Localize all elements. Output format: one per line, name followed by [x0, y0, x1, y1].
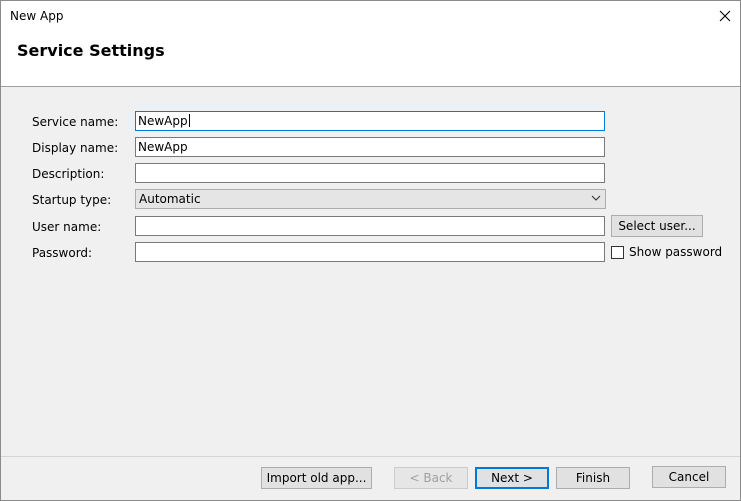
- finish-button[interactable]: Finish: [556, 467, 630, 489]
- close-button[interactable]: [710, 1, 740, 31]
- description-input[interactable]: [135, 163, 605, 183]
- service-name-input[interactable]: NewApp: [135, 111, 605, 131]
- display-name-label: Display name:: [32, 141, 119, 155]
- user-name-label: User name:: [32, 220, 102, 234]
- password-input[interactable]: [135, 242, 605, 262]
- title-bar: New App: [1, 1, 740, 31]
- next-button[interactable]: Next >: [475, 467, 549, 489]
- text-caret: [188, 114, 190, 127]
- footer-divider: [1, 456, 740, 457]
- startup-type-select[interactable]: Automatic: [135, 189, 606, 209]
- window-title: New App: [10, 9, 64, 23]
- import-old-app-button[interactable]: Import old app...: [261, 467, 372, 489]
- user-name-input[interactable]: [135, 216, 605, 236]
- close-icon: [719, 10, 731, 22]
- back-button[interactable]: < Back: [394, 467, 468, 489]
- page-header: Service Settings: [1, 31, 740, 87]
- chevron-down-icon: [591, 195, 601, 201]
- service-name-value: NewApp: [138, 114, 188, 128]
- cancel-button[interactable]: Cancel: [652, 466, 726, 488]
- dialog-window: New App Service Settings Service name: N…: [0, 0, 741, 501]
- page-title: Service Settings: [17, 41, 165, 60]
- display-name-input[interactable]: NewApp: [135, 137, 605, 157]
- show-password-label: Show password: [629, 245, 723, 259]
- password-label: Password:: [32, 246, 93, 260]
- startup-type-value: Automatic: [139, 192, 201, 206]
- select-user-button[interactable]: Select user...: [611, 215, 703, 237]
- description-label: Description:: [32, 167, 105, 181]
- service-name-label: Service name:: [32, 115, 119, 129]
- startup-type-label: Startup type:: [32, 193, 112, 207]
- show-password-checkbox[interactable]: [611, 246, 624, 259]
- display-name-value: NewApp: [138, 140, 188, 154]
